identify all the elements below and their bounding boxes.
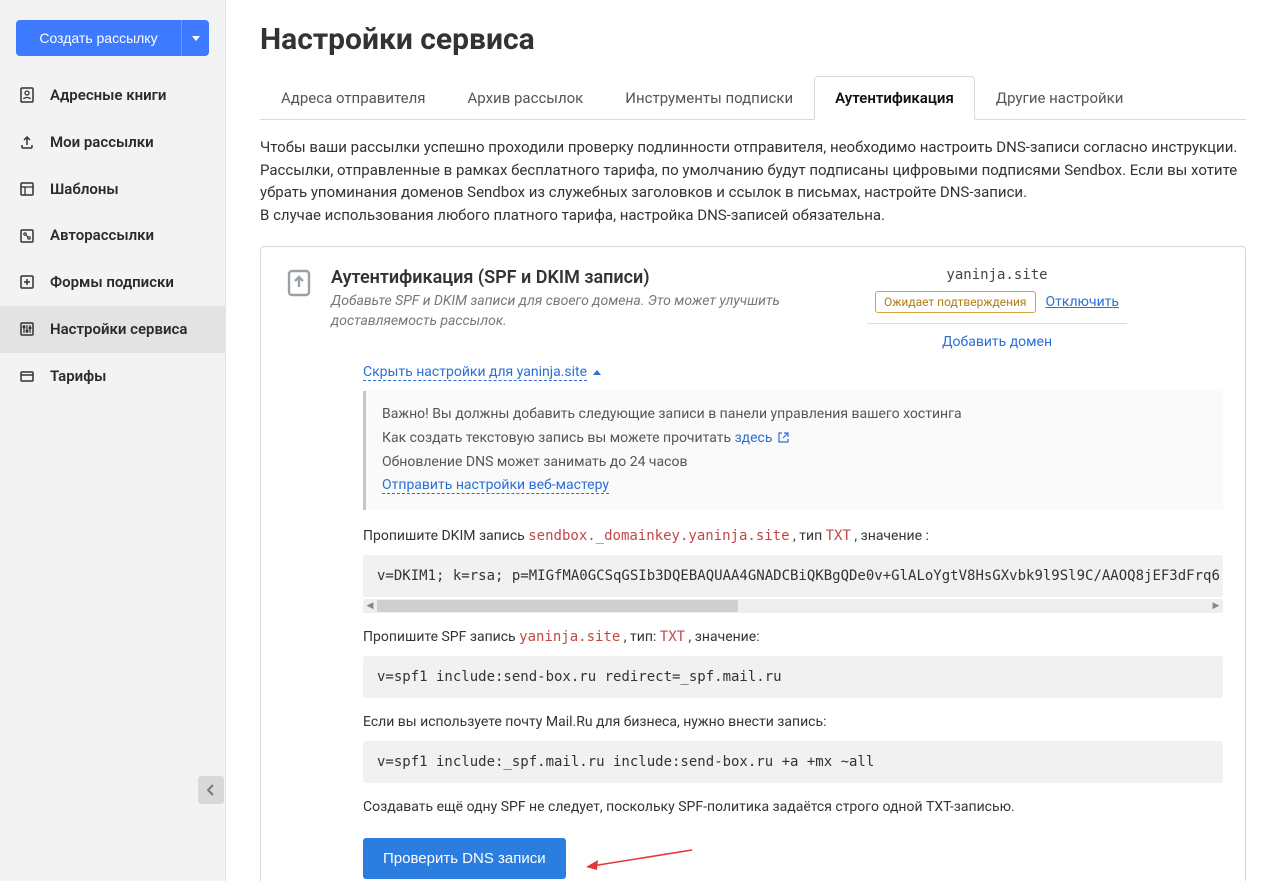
toggle-domain-settings[interactable]: Скрыть настройки для yaninja.site	[363, 364, 601, 381]
create-campaign-dropdown-toggle[interactable]	[181, 20, 209, 56]
sidebar-collapse-button[interactable]	[198, 776, 224, 804]
template-icon	[18, 180, 36, 198]
main-content: Настройки сервиса Адреса отправителя Арх…	[226, 0, 1280, 881]
spf-single-note: Создавать ещё одну SPF не следует, поско…	[363, 797, 1223, 818]
upload-icon	[18, 133, 36, 151]
sidebar-item-subscribe-forms[interactable]: Формы подписки	[0, 259, 225, 306]
card-icon	[18, 367, 36, 385]
domain-box: yaninja.site Ожидает подтверждения Отклю…	[867, 267, 1127, 350]
sidebar-item-autosend[interactable]: Авторассылки	[0, 212, 225, 259]
external-link-icon	[778, 432, 789, 443]
notice-line: Обновление DNS может занимать до 24 часо…	[382, 451, 1207, 475]
dkim-instruction: Пропишите DKIM запись sendbox._domainkey…	[363, 526, 1223, 547]
chevron-left-icon	[207, 784, 215, 796]
pointer-arrow-icon	[584, 846, 694, 872]
dkim-value-wrapper: v=DKIM1; k=rsa; p=MIGfMA0GCSqGSIb3DQEBAQ…	[363, 555, 1223, 613]
sidebar-item-label: Тарифы	[50, 367, 106, 386]
flow-icon	[18, 227, 36, 245]
spf-value-code[interactable]: v=spf1 include:send-box.ru redirect=_spf…	[363, 656, 1223, 698]
notice-line: Как создать текстовую запись вы можете п…	[382, 427, 1207, 451]
add-domain-link[interactable]: Добавить домен	[942, 334, 1052, 350]
sidebar-item-label: Адресные книги	[50, 86, 166, 105]
sidebar-item-address-books[interactable]: Адресные книги	[0, 72, 225, 119]
caret-down-icon	[192, 36, 200, 41]
notice-line: Важно! Вы должны добавить следующие запи…	[382, 403, 1207, 427]
tab-archive[interactable]: Архив рассылок	[447, 76, 605, 120]
upload-shield-icon	[283, 267, 315, 299]
sidebar-item-service-settings[interactable]: Настройки сервиса	[0, 306, 225, 353]
mailru-value-code[interactable]: v=spf1 include:_spf.mail.ru include:send…	[363, 741, 1223, 783]
sidebar-item-label: Мои рассылки	[50, 133, 154, 152]
intro-line: Чтобы ваши рассылки успешно проходили пр…	[260, 136, 1246, 159]
mailru-instruction: Если вы используете почту Mail.Ru для би…	[363, 712, 1223, 733]
status-badge-pending: Ожидает подтверждения	[875, 291, 1036, 313]
domain-settings-details: Важно! Вы должны добавить следующие запи…	[363, 391, 1223, 879]
notice-box: Важно! Вы должны добавить следующие запи…	[363, 391, 1223, 510]
spf-instruction: Пропишите SPF запись yaninja.site , тип:…	[363, 627, 1223, 648]
help-link[interactable]: здесь	[735, 430, 789, 446]
horizontal-scrollbar[interactable]: ◀ ▶	[363, 599, 1223, 613]
sidebar-item-label: Настройки сервиса	[50, 320, 187, 339]
sidebar-item-tariffs[interactable]: Тарифы	[0, 353, 225, 400]
settings-tabs: Адреса отправителя Архив рассылок Инстру…	[260, 75, 1246, 120]
sidebar-item-my-campaigns[interactable]: Мои рассылки	[0, 119, 225, 166]
sidebar-item-templates[interactable]: Шаблоны	[0, 166, 225, 213]
sidebar-item-label: Шаблоны	[50, 180, 119, 199]
scroll-right-arrow-icon[interactable]: ▶	[1209, 599, 1223, 613]
sliders-icon	[18, 320, 36, 338]
page-title: Настройки сервиса	[260, 22, 1246, 57]
caret-up-icon	[593, 370, 601, 375]
panel-title: Аутентификация (SPF и DKIM записи)	[331, 267, 851, 288]
disable-domain-link[interactable]: Отключить	[1046, 294, 1120, 310]
form-add-icon	[18, 273, 36, 291]
check-dns-button[interactable]: Проверить DNS записи	[363, 838, 566, 879]
sidebar: Создать рассылку Адресные книги Мои расс…	[0, 0, 226, 881]
tab-authentication[interactable]: Аутентификация	[814, 76, 975, 120]
dkim-host-code: sendbox._domainkey.yaninja.site	[528, 528, 789, 544]
spf-type-code: TXT	[660, 629, 685, 645]
sidebar-item-label: Авторассылки	[50, 226, 154, 245]
auth-panel: Аутентификация (SPF и DKIM записи) Добав…	[260, 246, 1246, 881]
send-to-webmaster-link[interactable]: Отправить настройки веб-мастеру	[382, 477, 609, 494]
scroll-left-arrow-icon[interactable]: ◀	[363, 599, 377, 613]
sidebar-nav: Адресные книги Мои рассылки Шаблоны Авто…	[0, 72, 225, 399]
create-campaign-button[interactable]: Создать рассылку	[16, 20, 181, 56]
tab-subscribe-tools[interactable]: Инструменты подписки	[604, 76, 814, 120]
tab-other[interactable]: Другие настройки	[975, 76, 1145, 120]
dkim-value-code[interactable]: v=DKIM1; k=rsa; p=MIGfMA0GCSqGSIb3DQEBAQ…	[363, 555, 1223, 597]
sidebar-item-label: Формы подписки	[50, 273, 174, 292]
scrollbar-thumb[interactable]	[377, 600, 738, 612]
panel-subtitle: Добавьте SPF и DKIM записи для своего до…	[331, 292, 851, 331]
dkim-type-code: TXT	[826, 528, 851, 544]
book-icon	[18, 86, 36, 104]
tab-sender-addresses[interactable]: Адреса отправителя	[260, 76, 447, 120]
intro-text: Чтобы ваши рассылки успешно проходили пр…	[260, 136, 1246, 226]
intro-line: Рассылки, отправленные в рамках бесплатн…	[260, 159, 1246, 204]
intro-line: В случае использования любого платного т…	[260, 204, 1246, 227]
domain-name: yaninja.site	[867, 267, 1127, 283]
spf-host-code: yaninja.site	[519, 629, 620, 645]
